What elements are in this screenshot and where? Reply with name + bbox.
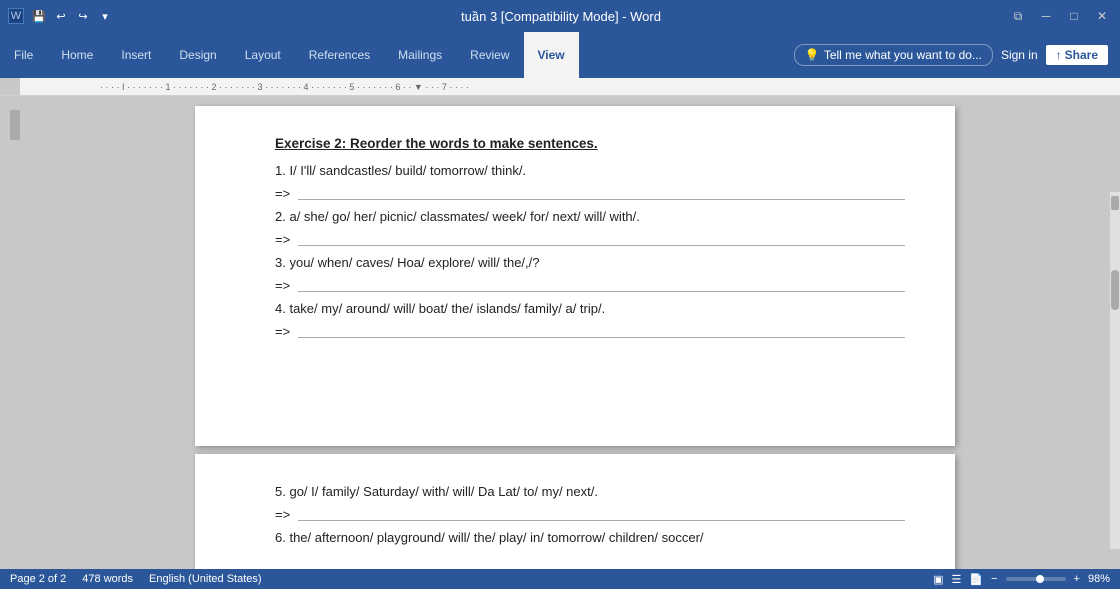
status-bar: Page 2 of 2 478 words English (United St… <box>0 569 1120 589</box>
redo-button[interactable]: ↪ <box>74 7 92 25</box>
window-title: tuần 3 [Compatibility Mode] - Word <box>114 9 1008 24</box>
ruler: · · · · I · · · · · · · 1 · · · · · · · … <box>0 78 1120 96</box>
sentence-3-text: you/ when/ caves/ Hoa/ explore/ will/ th… <box>289 255 539 270</box>
tab-mailings[interactable]: Mailings <box>384 32 456 78</box>
arrow-1: => <box>275 186 290 201</box>
tab-layout[interactable]: Layout <box>231 32 295 78</box>
zoom-slider[interactable] <box>1006 577 1066 581</box>
minimize-button[interactable]: ─ <box>1036 6 1056 26</box>
exercise-title: Exercise 2: Reorder the words to make se… <box>275 136 905 151</box>
undo-button[interactable]: ↩ <box>52 7 70 25</box>
dots-5 <box>298 509 905 521</box>
sentence-1-text: I/ I'll/ sandcastles/ build/ tomorrow/ t… <box>289 163 526 178</box>
sentence-4-text: take/ my/ around/ will/ boat/ the/ islan… <box>289 301 605 316</box>
view-icon-read[interactable]: 📄 <box>969 573 983 586</box>
ribbon: File Home Insert Design Layout Reference… <box>0 32 1120 78</box>
restore-button[interactable]: ⧉ <box>1008 6 1028 26</box>
page-1: Exercise 2: Reorder the words to make se… <box>195 106 955 446</box>
status-bar-right: ▣ ☰ 📄 − + 98% <box>933 573 1110 586</box>
word-count: 478 words <box>82 573 133 585</box>
title-bar: W 💾 ↩ ↪ ▾ tuần 3 [Compatibility Mode] - … <box>0 0 1120 32</box>
sentence-5-num: 5. <box>275 484 289 499</box>
tab-references[interactable]: References <box>295 32 384 78</box>
dots-2 <box>298 234 905 246</box>
zoom-control <box>1006 577 1066 581</box>
page-info: Page 2 of 2 <box>10 573 66 585</box>
quick-access-toolbar: 💾 ↩ ↪ ▾ <box>30 7 114 25</box>
sentence-4-num: 4. <box>275 301 289 316</box>
sentence-3: 3. you/ when/ caves/ Hoa/ explore/ will/… <box>275 255 905 270</box>
ribbon-right: 💡 Tell me what you want to do... Sign in… <box>794 32 1120 78</box>
tab-design[interactable]: Design <box>165 32 230 78</box>
document-area: Exercise 2: Reorder the words to make se… <box>30 96 1120 569</box>
dots-1 <box>298 188 905 200</box>
share-button[interactable]: ↑ Share <box>1046 45 1108 65</box>
view-icon-web[interactable]: ☰ <box>952 573 962 586</box>
title-bar-controls: ⧉ ─ □ ✕ <box>1008 6 1112 26</box>
dots-4 <box>298 326 905 338</box>
page-2: 5. go/ I/ family/ Saturday/ with/ will/ … <box>195 454 955 569</box>
arrow-3: => <box>275 278 290 293</box>
scrollbar-thumb[interactable] <box>1111 270 1119 310</box>
save-button[interactable]: 💾 <box>30 7 48 25</box>
sentence-6-text: the/ afternoon/ playground/ will/ the/ p… <box>289 530 703 545</box>
arrow-5: => <box>275 507 290 522</box>
sentence-1: 1. I/ I'll/ sandcastles/ build/ tomorrow… <box>275 163 905 178</box>
sentence-6-num: 6. <box>275 530 289 545</box>
lightbulb-icon: 💡 <box>805 48 820 62</box>
tab-review[interactable]: Review <box>456 32 523 78</box>
sentence-3-num: 3. <box>275 255 289 270</box>
vertical-scrollbar[interactable] <box>1110 192 1120 549</box>
sentence-2-num: 2. <box>275 209 289 224</box>
answer-5: => <box>275 507 905 522</box>
arrow-2: => <box>275 232 290 247</box>
zoom-thumb <box>1036 575 1044 583</box>
tab-insert[interactable]: Insert <box>107 32 165 78</box>
sentence-5: 5. go/ I/ family/ Saturday/ with/ will/ … <box>275 484 905 499</box>
ribbon-tabs: File Home Insert Design Layout Reference… <box>0 32 579 78</box>
answer-2: => <box>275 232 905 247</box>
word-icon: W <box>8 8 24 24</box>
zoom-plus-button[interactable]: + <box>1074 573 1080 585</box>
zoom-level: 98% <box>1088 573 1110 585</box>
tab-home[interactable]: Home <box>47 32 107 78</box>
title-bar-left: W 💾 ↩ ↪ ▾ <box>8 7 114 25</box>
tell-me-input[interactable]: 💡 Tell me what you want to do... <box>794 44 993 66</box>
left-sidebar <box>0 96 30 569</box>
ruler-left-margin <box>0 78 20 95</box>
maximize-button[interactable]: □ <box>1064 6 1084 26</box>
answer-3: => <box>275 278 905 293</box>
tab-file[interactable]: File <box>0 32 47 78</box>
sentence-1-num: 1. <box>275 163 289 178</box>
sentence-2: 2. a/ she/ go/ her/ picnic/ classmates/ … <box>275 209 905 224</box>
tell-me-text: Tell me what you want to do... <box>824 48 982 62</box>
sentence-4: 4. take/ my/ around/ will/ boat/ the/ is… <box>275 301 905 316</box>
sentence-6: 6. the/ afternoon/ playground/ will/ the… <box>275 530 905 545</box>
answer-4: => <box>275 324 905 339</box>
answer-1: => <box>275 186 905 201</box>
close-button[interactable]: ✕ <box>1092 6 1112 26</box>
zoom-minus-button[interactable]: − <box>991 573 997 585</box>
arrow-4: => <box>275 324 290 339</box>
language: English (United States) <box>149 573 262 585</box>
tab-view[interactable]: View <box>524 32 579 78</box>
view-icon-print[interactable]: ▣ <box>933 573 943 586</box>
sign-in-button[interactable]: Sign in <box>1001 48 1038 62</box>
sentence-2-text: a/ she/ go/ her/ picnic/ classmates/ wee… <box>289 209 639 224</box>
share-label: Share <box>1065 48 1098 62</box>
sentence-5-text: go/ I/ family/ Saturday/ with/ will/ Da … <box>289 484 598 499</box>
customize-button[interactable]: ▾ <box>96 7 114 25</box>
dots-3 <box>298 280 905 292</box>
share-icon: ↑ <box>1056 48 1062 62</box>
